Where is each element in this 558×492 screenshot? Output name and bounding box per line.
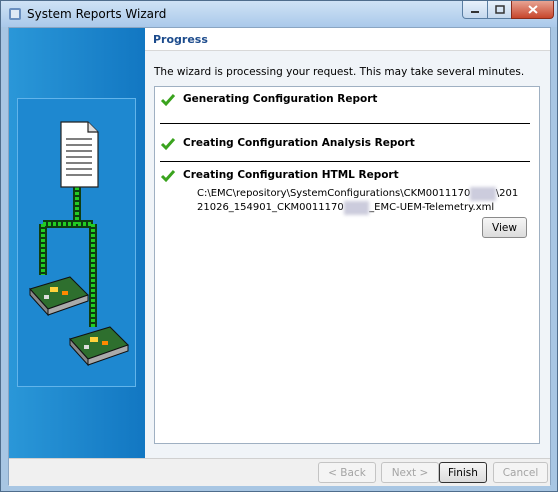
check-icon — [160, 94, 176, 107]
step-generating-config-report: Generating Configuration Report — [160, 90, 530, 112]
title-bar[interactable]: System Reports Wizard — [1, 1, 557, 27]
view-button[interactable]: View — [482, 217, 527, 238]
next-button[interactable]: Next > — [381, 462, 439, 483]
progress-list: Generating Configuration Report Creating… — [154, 86, 540, 444]
report-flow-graphic — [29, 121, 129, 367]
step-label: Generating Configuration Report — [183, 93, 378, 105]
maximize-button[interactable] — [487, 1, 512, 19]
minimize-button[interactable] — [462, 1, 488, 19]
page-title: Progress — [153, 33, 208, 46]
path-text: C:\EMC\repository\SystemConfigurations\C… — [197, 188, 471, 199]
window-title: System Reports Wizard — [27, 7, 167, 21]
step-label: Creating Configuration HTML Report — [183, 169, 399, 181]
app-icon — [9, 8, 21, 20]
output-file-path: C:\EMC\repository\SystemConfigurations\C… — [197, 187, 527, 215]
page-header: Progress — [145, 28, 550, 51]
document-icon — [60, 121, 99, 188]
illustration-panel — [17, 98, 136, 387]
wizard-client: Progress The wizard is processing your r… — [8, 27, 551, 486]
back-button[interactable]: < Back — [318, 462, 376, 483]
check-icon — [160, 138, 176, 151]
button-bar: < Back Next > Finish Cancel — [9, 458, 550, 486]
step-label: Creating Configuration Analysis Report — [183, 137, 415, 149]
minimize-icon — [471, 10, 479, 13]
wizard-window: System Reports Wizard Progress The wizar… — [0, 0, 558, 492]
redacted-text: 0000 — [343, 201, 370, 215]
step-divider — [160, 161, 530, 162]
cancel-button[interactable]: Cancel — [493, 462, 548, 483]
step-creating-analysis-report: Creating Configuration Analysis Report — [160, 134, 530, 156]
circuit-board-icon — [69, 326, 129, 367]
circuit-board-icon — [29, 276, 89, 317]
redacted-text: 0000 — [470, 187, 496, 201]
path-text: 21026_154901_CKM0011170 — [197, 202, 344, 213]
intro-text: The wizard is processing your request. T… — [154, 66, 525, 78]
side-illustration — [9, 28, 145, 458]
path-text: \201 — [495, 188, 519, 199]
step-divider — [160, 123, 530, 124]
content-area: The wizard is processing your request. T… — [145, 51, 550, 458]
check-icon — [160, 170, 176, 183]
step-creating-html-report: Creating Configuration HTML Report — [160, 166, 530, 188]
finish-button[interactable]: Finish — [439, 462, 487, 483]
close-button[interactable] — [511, 1, 554, 19]
path-text: _EMC-UEM-Telemetry.xml — [369, 202, 495, 213]
maximize-icon — [494, 5, 505, 14]
close-icon — [527, 5, 538, 14]
